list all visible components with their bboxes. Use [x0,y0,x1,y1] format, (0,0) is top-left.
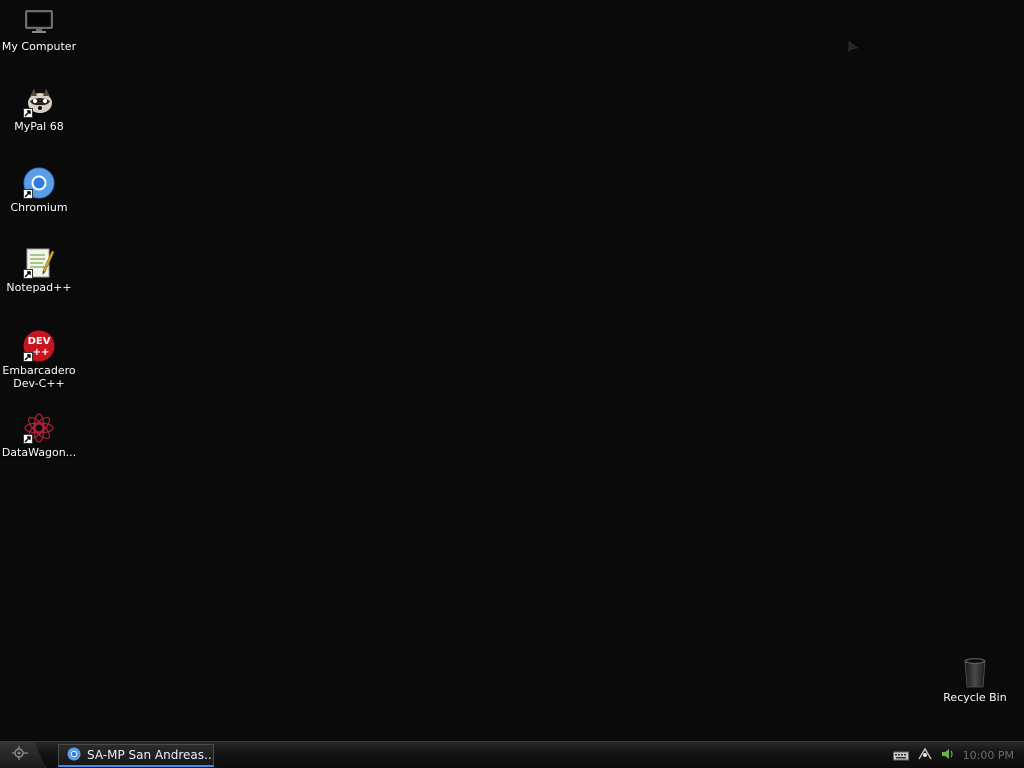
shortcut-arrow-icon [23,108,33,118]
devcpp-icon: DEV ++ [23,330,55,362]
chromium-icon [67,746,81,765]
desktop-icon-label: MyPal 68 [14,120,64,133]
recycle-bin-icon [959,657,991,689]
svg-text:++: ++ [33,347,50,358]
desktop-icon-devcpp[interactable]: DEV ++ Embarcadero Dev-C++ [0,330,78,390]
volume-icon[interactable] [941,746,955,765]
svg-text:DEV: DEV [28,336,51,347]
taskbar-item-samp[interactable]: SA-MP San Andreas... [58,744,214,767]
monitor-icon [23,6,55,38]
keyboard-icon[interactable] [892,746,909,765]
desktop-icon-mypal[interactable]: MyPal 68 [0,86,78,133]
desktop-icon-label: Notepad++ [6,281,72,294]
desktop-icon-label: Recycle Bin [943,691,1007,704]
shortcut-arrow-icon [23,434,33,444]
taskbar-item-title: SA-MP San Andreas... [87,748,213,762]
start-button[interactable] [0,742,46,768]
desktop-icon-label: Embarcadero Dev-C++ [2,364,76,390]
system-tray: 10:00 PM [892,742,1024,768]
chromium-icon [23,167,55,199]
mouse-cursor-icon [848,38,859,57]
desktop[interactable]: My Computer MyPal 68 Chromium Notepad++ … [0,0,1024,741]
network-icon[interactable] [917,746,933,765]
desktop-icon-chromium[interactable]: Chromium [0,167,78,214]
desktop-icon-recycle-bin[interactable]: Recycle Bin [936,657,1014,704]
start-orb-icon [10,744,30,766]
datawagon-icon [23,412,55,444]
clock[interactable]: 10:00 PM [963,749,1014,762]
shortcut-arrow-icon [23,352,33,362]
desktop-icon-label: DataWagon... [1,446,77,459]
desktop-icon-label: Chromium [10,201,68,214]
notepadpp-icon [23,247,55,279]
desktop-icon-datawagon[interactable]: DataWagon... [0,412,78,459]
taskbar: SA-MP San Andreas... 10:00 PM [0,741,1024,768]
desktop-icon-label: My Computer [1,40,77,53]
desktop-icon-my-computer[interactable]: My Computer [0,6,78,53]
shortcut-arrow-icon [23,189,33,199]
shortcut-arrow-icon [23,269,33,279]
raccoon-icon [23,86,55,118]
desktop-icon-notepadpp[interactable]: Notepad++ [0,247,78,294]
